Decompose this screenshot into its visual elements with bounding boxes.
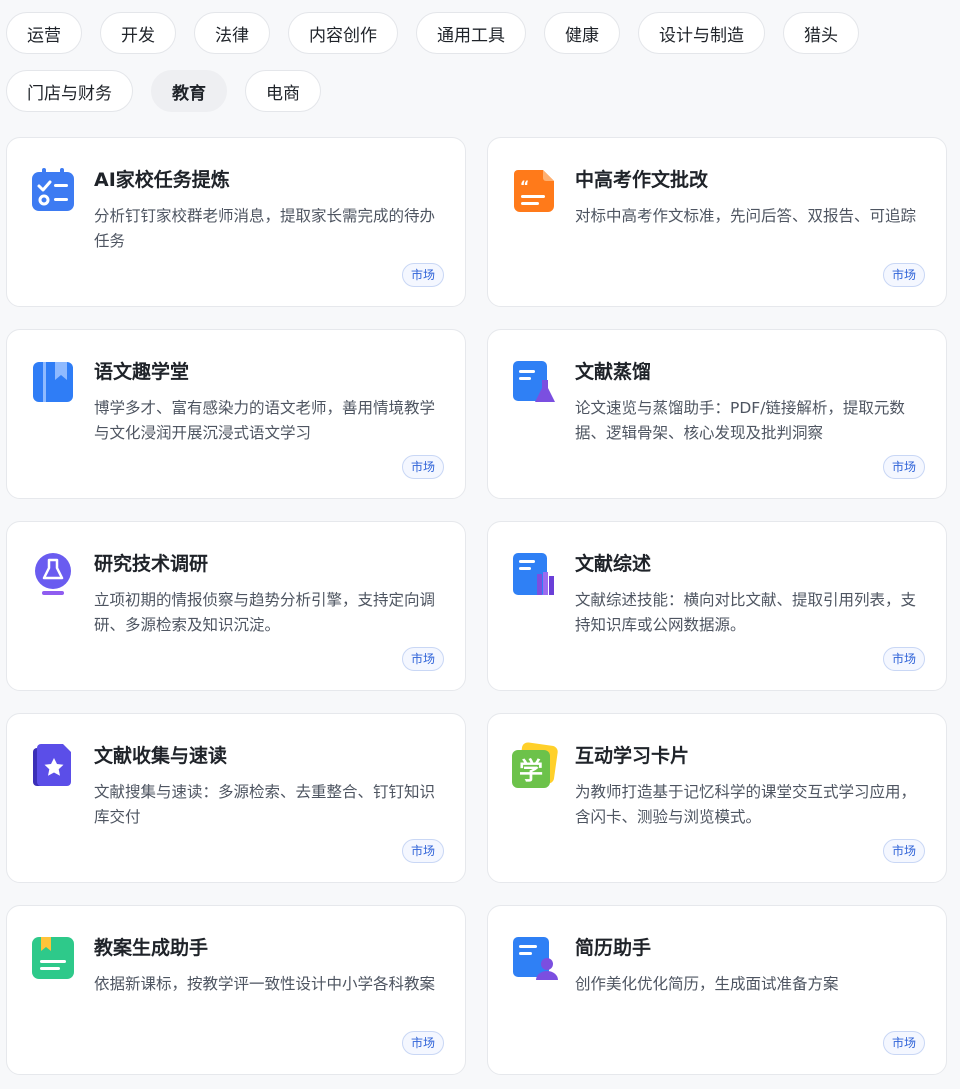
flask-badge-icon	[29, 550, 77, 598]
filter-pill-legal[interactable]: 法律	[194, 12, 270, 54]
card-title: 文献综述	[575, 553, 652, 575]
filter-pill-content-creation[interactable]: 内容创作	[288, 12, 398, 54]
card-description: 创作美化优化简历，生成面试准备方案	[575, 975, 839, 993]
card-description: 分析钉钉家校群老师消息，提取家长需完成的待办任务	[94, 207, 436, 250]
market-tag: 市场	[882, 1031, 925, 1055]
card-title: AI家校任务提炼	[94, 169, 230, 191]
card-title: 教案生成助手	[94, 937, 209, 959]
skill-card[interactable]: “ 中高考作文批改 对标中高考作文标准，先问后答、双报告、可追踪 市场	[487, 137, 947, 307]
filter-pill-health[interactable]: 健康	[544, 12, 620, 54]
bookmark-book-icon	[29, 358, 77, 406]
skill-card[interactable]: 文献综述 文献综述技能：横向对比文献、提取引用列表，支持知识库或公网数据源。 市…	[487, 521, 947, 691]
market-tag: 市场	[401, 647, 444, 671]
skill-card[interactable]: 研究技术调研 立项初期的情报侦察与趋势分析引擎，支持定向调研、多源检索及知识沉淀…	[6, 521, 466, 691]
lesson-plan-icon	[29, 934, 77, 982]
card-title: 文献收集与速读	[94, 745, 228, 767]
market-tag: 市场	[882, 263, 925, 287]
filter-pill-education[interactable]: 教育	[151, 70, 227, 112]
svg-text:“: “	[520, 179, 529, 195]
card-title: 互动学习卡片	[575, 745, 690, 767]
filter-pill-development[interactable]: 开发	[100, 12, 176, 54]
skill-card[interactable]: 语文趣学堂 博学多才、富有感染力的语文老师，善用情境教学与文化浸润开展沉浸式语文…	[6, 329, 466, 499]
filter-pill-ecommerce[interactable]: 电商	[245, 70, 321, 112]
document-flask-icon	[510, 358, 558, 406]
filter-pill-design-manufacturing[interactable]: 设计与制造	[638, 12, 765, 54]
card-description: 为教师打造基于记忆科学的课堂交互式学习应用，含闪卡、测验与浏览模式。	[575, 783, 917, 826]
quote-document-icon: “	[510, 166, 558, 214]
card-title: 文献蒸馏	[575, 361, 652, 383]
star-document-icon	[29, 742, 77, 790]
card-title: 简历助手	[575, 937, 652, 959]
skill-card[interactable]: 文献蒸馏 论文速览与蒸馏助手：PDF/链接解析，提取元数据、逻辑骨架、核心发现及…	[487, 329, 947, 499]
card-description: 论文速览与蒸馏助手：PDF/链接解析，提取元数据、逻辑骨架、核心发现及批判洞察	[575, 399, 905, 442]
category-filter-bar: 运营 开发 法律 内容创作 通用工具 健康 设计与制造 猎头 门店与财务 教育 …	[6, 12, 956, 112]
skill-card[interactable]: AI家校任务提炼 分析钉钉家校群老师消息，提取家长需完成的待办任务 市场	[6, 137, 466, 307]
market-tag: 市场	[401, 839, 444, 863]
filter-pill-operations[interactable]: 运营	[6, 12, 82, 54]
card-description: 文献综述技能：横向对比文献、提取引用列表，支持知识库或公网数据源。	[575, 591, 917, 634]
market-tag: 市场	[882, 455, 925, 479]
card-description: 博学多才、富有感染力的语文老师，善用情境教学与文化浸润开展沉浸式语文学习	[94, 399, 436, 442]
skill-card-grid: AI家校任务提炼 分析钉钉家校群老师消息，提取家长需完成的待办任务 市场 “ 中…	[6, 137, 947, 1075]
card-description: 立项初期的情报侦察与趋势分析引擎，支持定向调研、多源检索及知识沉淀。	[94, 591, 436, 634]
card-description: 对标中高考作文标准，先问后答、双报告、可追踪	[575, 207, 917, 225]
skill-card[interactable]: 简历助手 创作美化优化简历，生成面试准备方案 市场	[487, 905, 947, 1075]
card-description: 依据新课标，按教学评一致性设计中小学各科教案	[94, 975, 436, 993]
skill-card[interactable]: 学 互动学习卡片 为教师打造基于记忆科学的课堂交互式学习应用，含闪卡、测验与浏览…	[487, 713, 947, 883]
filter-pill-general-tools[interactable]: 通用工具	[416, 12, 526, 54]
market-tag: 市场	[401, 263, 444, 287]
card-title: 中高考作文批改	[575, 169, 709, 191]
skill-card[interactable]: 教案生成助手 依据新课标，按教学评一致性设计中小学各科教案 市场	[6, 905, 466, 1075]
card-title: 语文趣学堂	[94, 361, 190, 383]
card-description: 文献搜集与速读：多源检索、去重整合、钉钉知识库交付	[94, 783, 436, 826]
checklist-icon	[29, 166, 77, 214]
document-books-icon	[510, 550, 558, 598]
skill-card[interactable]: 文献收集与速读 文献搜集与速读：多源检索、去重整合、钉钉知识库交付 市场	[6, 713, 466, 883]
filter-pill-headhunting[interactable]: 猎头	[783, 12, 859, 54]
study-card-icon: 学	[510, 742, 558, 790]
filter-pill-store-finance[interactable]: 门店与财务	[6, 70, 133, 112]
market-tag: 市场	[401, 455, 444, 479]
resume-person-icon	[510, 934, 558, 982]
skill-market-page: 运营 开发 法律 内容创作 通用工具 健康 设计与制造 猎头 门店与财务 教育 …	[0, 0, 960, 1089]
market-tag: 市场	[401, 1031, 444, 1055]
card-icon-glyph: 学	[519, 757, 543, 785]
market-tag: 市场	[882, 647, 925, 671]
card-title: 研究技术调研	[94, 553, 209, 575]
market-tag: 市场	[882, 839, 925, 863]
